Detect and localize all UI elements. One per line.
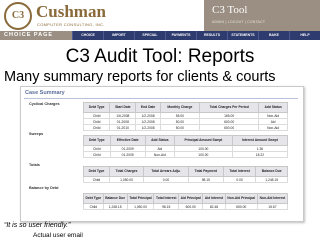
column-header: Balance Due	[255, 166, 288, 177]
account-links[interactable]: ADMIN | LOGOUT | CONTACT	[212, 20, 265, 24]
case-summary-report: Case Summary Cyclical Charges Debt Type …	[20, 86, 304, 222]
table-cell: Child	[82, 124, 111, 131]
column-header: Effective Date	[109, 135, 146, 146]
column-header: Aid Interest	[202, 193, 226, 204]
table-cell: Non-Aid	[144, 151, 175, 158]
table-cell: Child	[83, 176, 110, 183]
column-header: Total Charges Per Period	[198, 102, 260, 113]
main-nav: CHOICE IMPORT SPECIAL PAYMENTS RESULTS S…	[72, 31, 320, 40]
column-header: Total Interest	[222, 166, 257, 177]
table-cell: 82.48	[202, 203, 226, 210]
column-header: Total Charges	[108, 166, 145, 177]
table-cell: 1,050.00	[108, 176, 145, 183]
table-cell: 18.22	[231, 151, 289, 158]
report-title: Case Summary	[25, 90, 65, 96]
table-cell: 50.00	[159, 124, 201, 131]
brand-name: Cushman	[36, 2, 106, 21]
cyclical-charges-table: Debt Type Start Date End Date Monthly Ch…	[82, 102, 288, 131]
column-header: Total Interest	[153, 193, 180, 204]
table-cell: 1,050.00	[126, 203, 155, 210]
balance-by-debt-label: Balance by Debt	[29, 186, 59, 190]
nav-special[interactable]: SPECIAL	[134, 31, 165, 40]
brand-subtitle: COMPUTER CONSULTING, INC.	[37, 22, 105, 27]
column-header: Debt Type	[83, 166, 110, 177]
table-cell: 15.67	[256, 203, 289, 210]
table-cell: 1,248.15	[102, 203, 128, 210]
choice-page-label: CHOICE PAGE	[4, 32, 54, 38]
table-cell: 0.00	[222, 176, 257, 183]
nav-import[interactable]: IMPORT	[103, 31, 134, 40]
table-cell: 1,248.15	[255, 176, 288, 183]
balance-by-debt-table: Debt Type Balance Due Total Principal To…	[83, 193, 289, 210]
table-cell: 600.00	[178, 203, 204, 210]
table-row: Child 1,050.00 0.00 98.15 0.00 1,248.15	[83, 176, 288, 183]
column-header: Aid Principal	[178, 193, 204, 204]
sweeps-label: Sweeps	[29, 132, 44, 136]
table-cell: Child	[83, 203, 104, 210]
nav-statements[interactable]: STATEMENTS	[227, 31, 258, 40]
nav-help[interactable]: HELP	[289, 31, 320, 40]
table-cell: 01-2005	[109, 151, 146, 158]
sweeps-table: Debt Type Effective Date Add Status Prin…	[83, 135, 289, 158]
table-cell: 0.00	[143, 176, 189, 183]
table-row: Child 01-2005 Non-Aid 100.00 18.22	[83, 151, 289, 158]
table-row: Child 1,248.15 1,050.00 98.15 600.00 82.…	[83, 203, 289, 210]
column-header: Add Status	[258, 102, 288, 113]
column-header: Total Principal	[126, 193, 155, 204]
cyclical-charges-label: Cyclical Charges	[29, 102, 60, 106]
slide-title: C3 Audit Tool: Reports	[65, 46, 255, 67]
table-cell: 600.00	[198, 124, 260, 131]
table-row: Child 01-2010 1/2-2008 50.00 600.00 Non-…	[82, 124, 288, 131]
title-divider	[24, 98, 298, 99]
product-panel: C3 Tool ADMIN | LOGOUT | CONTACT	[204, 0, 320, 31]
column-header: Non-Aid Principal	[224, 193, 258, 204]
slide-subtitle: Many summary reports for clients & court…	[4, 69, 276, 85]
column-header: Debt Type	[82, 102, 111, 113]
app-header: C3 Cushman COMPUTER CONSULTING, INC. C3 …	[0, 0, 320, 40]
table-cell: 650.00	[224, 203, 258, 210]
totals-label: Totals	[29, 163, 40, 167]
column-header: Start Date	[109, 102, 137, 113]
company-logo: C3	[4, 2, 32, 30]
table-cell: 1/2-2008	[135, 124, 161, 131]
column-header: Debt Type	[83, 135, 111, 146]
table-cell: 100.00	[173, 151, 233, 158]
nav-choice[interactable]: CHOICE	[72, 31, 103, 40]
column-header: Non-Aid Interest	[256, 193, 289, 204]
table-cell: Non-Aid	[258, 124, 288, 131]
quote-attribution: Actual user email	[33, 232, 83, 239]
nav-results[interactable]: RESULTS	[196, 31, 227, 40]
column-header: Interest Amount Swept	[231, 135, 289, 146]
user-quote: “It is so user friendly.”	[4, 222, 71, 229]
column-header: Total Payment	[187, 166, 224, 177]
column-header: Add Status	[144, 135, 175, 146]
choice-page-bar: CHOICE PAGE	[0, 31, 72, 40]
column-header: Debt Type	[83, 193, 104, 204]
product-name: C3 Tool	[212, 4, 248, 16]
table-cell: 98.15	[187, 176, 224, 183]
column-header: End Date	[135, 102, 161, 113]
column-header: Monthly Charge	[159, 102, 201, 113]
column-header: Principal Amount Swept	[173, 135, 233, 146]
totals-table: Debt Type Total Charges Total Arrears Ad…	[83, 166, 288, 183]
column-header: Balance Due	[102, 193, 128, 204]
table-cell: 01-2010	[109, 124, 137, 131]
table-cell: Child	[83, 151, 111, 158]
column-header: Total Arrears Adju.	[143, 166, 189, 177]
table-cell: 98.15	[153, 203, 180, 210]
nav-payments[interactable]: PAYMENTS	[165, 31, 196, 40]
nav-bake[interactable]: BAKE	[258, 31, 289, 40]
